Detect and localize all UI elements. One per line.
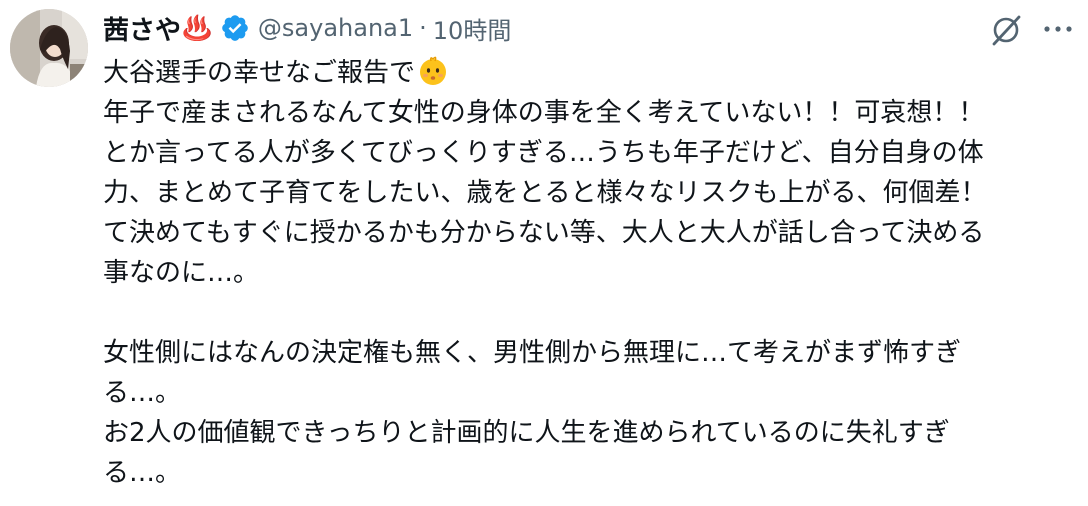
display-name[interactable]: 茜さや [103, 10, 181, 47]
baby-face-emoji [417, 55, 449, 87]
tweet-line: 年子で産まされるなんて女性の身体の事を全く考えていない！！可哀想！！ [103, 98, 985, 128]
grok-icon[interactable] [988, 12, 1024, 48]
tweet-line: 事なのに…。 [103, 258, 260, 288]
tweet-line-text: 大谷選手の幸せなご報告で [103, 58, 416, 88]
tweet-line: 大谷選手の幸せなご報告で [103, 53, 1073, 93]
avatar[interactable] [10, 9, 88, 87]
user-handle[interactable]: @sayahana1 [258, 14, 413, 42]
separator-dot: · [419, 14, 427, 42]
tweet-line: お2人の価値観できっちりと計画的に人生を進められているのに失礼すぎ [103, 418, 950, 448]
tweet-header: 茜さや ♨️ @sayahana1 · 10時間 [103, 8, 511, 48]
tweet-text: 大谷選手の幸せなご報告で 年子で産まされるなんて女性の身体の事を全く考えていない… [103, 53, 1073, 493]
tweet-line: て決めてもすぐに授かるかも分からない等、大人と大人が話し合って決める [103, 218, 985, 248]
timestamp[interactable]: 10時間 [433, 11, 512, 46]
tweet-line: る…。 [103, 378, 182, 408]
tweet-line: 力、まとめて子育てをしたい、歳をとると様々なリスクも上がる、何個差！ [103, 178, 987, 208]
tweet-line: る…。 [103, 458, 182, 488]
tweet-line: 女性側にはなんの決定権も無く、男性側から無理に…て考えがまず怖すぎ [103, 338, 962, 368]
verified-badge-icon [220, 13, 250, 43]
more-options-icon[interactable] [1040, 14, 1076, 44]
hot-springs-emoji: ♨️ [182, 14, 212, 42]
tweet-line: とか言ってる人が多くてびっくりすぎる…うちも年子だけど、自分自身の体 [103, 138, 984, 168]
